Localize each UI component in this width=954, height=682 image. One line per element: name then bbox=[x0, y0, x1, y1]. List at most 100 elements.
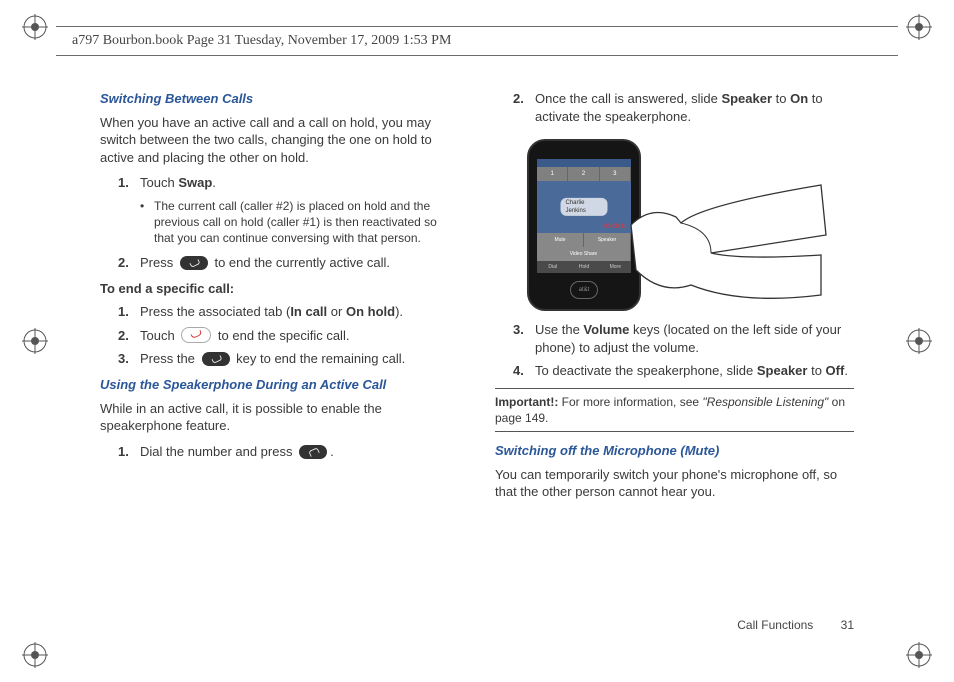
left-column: Switching Between Calls When you have an… bbox=[100, 90, 459, 612]
screen-tab: 2 bbox=[568, 167, 599, 181]
ui-term: Volume bbox=[583, 322, 629, 337]
text: to bbox=[807, 363, 825, 378]
list-text: Press the associated tab (In call or On … bbox=[140, 303, 459, 321]
end-key-icon bbox=[180, 256, 208, 270]
list-text: Press the key to end the remaining call. bbox=[140, 350, 459, 368]
screen-tabs: 1 2 3 bbox=[537, 167, 631, 181]
section-intro: While in an active call, it is possible … bbox=[100, 400, 459, 435]
screen-main: Charlie Jenkins 00:00:11 bbox=[537, 181, 631, 233]
section-intro: You can temporarily switch your phone's … bbox=[495, 466, 854, 501]
section-title: Switching Between Calls bbox=[100, 90, 459, 108]
list-number: 1. bbox=[118, 303, 140, 321]
list-number: 2. bbox=[118, 327, 140, 345]
important-note: Important!: For more information, see "R… bbox=[495, 388, 854, 432]
section-title: Switching off the Microphone (Mute) bbox=[495, 442, 854, 460]
list-text: Dial the number and press . bbox=[140, 443, 459, 461]
list-number: 4. bbox=[513, 362, 535, 380]
screen-row: Video Share bbox=[537, 247, 631, 261]
list-item: 3. Press the key to end the remaining ca… bbox=[100, 350, 459, 368]
sub-heading: To end a specific call: bbox=[100, 280, 459, 298]
text: . bbox=[330, 444, 334, 459]
hand-pointing-icon bbox=[621, 175, 831, 315]
page-meta-header: a797 Bourbon.book Page 31 Tuesday, Novem… bbox=[56, 26, 898, 56]
end-key-icon bbox=[202, 352, 230, 366]
bullet-text: The current call (caller #2) is placed o… bbox=[154, 198, 459, 247]
video-share-cell: Video Share bbox=[537, 247, 631, 261]
text: to bbox=[772, 91, 790, 106]
list-number: 3. bbox=[513, 321, 535, 356]
ordered-list: 1. Press the associated tab (In call or … bbox=[100, 303, 459, 368]
list-item: 1. Touch Swap. bbox=[100, 174, 459, 192]
caller-name: Charlie Jenkins bbox=[561, 198, 608, 216]
list-number: 2. bbox=[118, 254, 140, 272]
list-text: Once the call is answered, slide Speaker… bbox=[535, 90, 854, 125]
text: to end the currently active call. bbox=[211, 255, 390, 270]
reference-title: "Responsible Listening" bbox=[702, 395, 828, 409]
text: . bbox=[212, 175, 216, 190]
list-number: 1. bbox=[118, 174, 140, 192]
text: Once the call is answered, slide bbox=[535, 91, 721, 106]
text: Use the bbox=[535, 322, 583, 337]
page-footer: Call Functions 31 bbox=[737, 618, 854, 632]
ui-term: Swap bbox=[178, 175, 212, 190]
carrier-logo: at&t bbox=[570, 281, 598, 299]
ui-term: Speaker bbox=[721, 91, 772, 106]
ui-term: Speaker bbox=[757, 363, 808, 378]
ordered-list: 2. Once the call is answered, slide Spea… bbox=[495, 90, 854, 125]
section-title: Using the Speakerphone During an Active … bbox=[100, 376, 459, 394]
text: Touch bbox=[140, 175, 178, 190]
end-call-red-icon bbox=[181, 327, 211, 343]
text: To deactivate the speakerphone, slide bbox=[535, 363, 757, 378]
register-mark-icon bbox=[22, 328, 48, 354]
screen-softkeys: Dial Hold More bbox=[537, 261, 631, 273]
ui-term: On bbox=[790, 91, 808, 106]
register-mark-icon bbox=[22, 14, 48, 40]
page-number: 31 bbox=[841, 618, 854, 632]
text: . bbox=[844, 363, 848, 378]
softkey: Dial bbox=[537, 261, 568, 273]
list-text: Press to end the currently active call. bbox=[140, 254, 459, 272]
list-item: 1. Dial the number and press . bbox=[100, 443, 459, 461]
list-number: 1. bbox=[118, 443, 140, 461]
note-label: Important!: bbox=[495, 395, 558, 409]
register-mark-icon bbox=[906, 642, 932, 668]
ui-term: Off bbox=[826, 363, 845, 378]
list-text: Use the Volume keys (located on the left… bbox=[535, 321, 854, 356]
text: Press the bbox=[140, 351, 199, 366]
ordered-list: 3. Use the Volume keys (located on the l… bbox=[495, 321, 854, 380]
status-bar bbox=[537, 159, 631, 167]
bullet-mark: • bbox=[140, 198, 154, 247]
text: Dial the number and press bbox=[140, 444, 296, 459]
phone-illustration: 1 2 3 Charlie Jenkins 00:00:11 Mute Spea… bbox=[513, 133, 833, 313]
sub-bullet: • The current call (caller #2) is placed… bbox=[100, 198, 459, 247]
list-item: 2. Press to end the currently active cal… bbox=[100, 254, 459, 272]
section-intro: When you have an active call and a call … bbox=[100, 114, 459, 167]
text: ). bbox=[395, 304, 403, 319]
register-mark-icon bbox=[22, 642, 48, 668]
list-item: 3. Use the Volume keys (located on the l… bbox=[495, 321, 854, 356]
register-mark-icon bbox=[906, 14, 932, 40]
text: to end the specific call. bbox=[214, 328, 349, 343]
softkey: Hold bbox=[568, 261, 599, 273]
text: key to end the remaining call. bbox=[233, 351, 406, 366]
text: or bbox=[327, 304, 346, 319]
ordered-list: 1. Dial the number and press . bbox=[100, 443, 459, 461]
list-text: Touch Swap. bbox=[140, 174, 459, 192]
call-key-icon bbox=[299, 445, 327, 459]
ordered-list: 1. Touch Swap. • The current call (calle… bbox=[100, 174, 459, 272]
page-content: Switching Between Calls When you have an… bbox=[100, 90, 854, 612]
list-number: 3. bbox=[118, 350, 140, 368]
screen-row: Mute Speaker bbox=[537, 233, 631, 247]
list-item: 2. Touch to end the specific call. bbox=[100, 327, 459, 345]
text: Press the associated tab ( bbox=[140, 304, 290, 319]
register-mark-icon bbox=[906, 328, 932, 354]
list-item: 2. Once the call is answered, slide Spea… bbox=[495, 90, 854, 125]
list-item: 1. Press the associated tab (In call or … bbox=[100, 303, 459, 321]
mute-cell: Mute bbox=[537, 233, 584, 247]
text: For more information, see bbox=[558, 395, 702, 409]
screen-tab: 1 bbox=[537, 167, 568, 181]
text: Press bbox=[140, 255, 177, 270]
list-text: To deactivate the speakerphone, slide Sp… bbox=[535, 362, 854, 380]
right-column: 2. Once the call is answered, slide Spea… bbox=[495, 90, 854, 612]
phone-screen: 1 2 3 Charlie Jenkins 00:00:11 Mute Spea… bbox=[537, 159, 631, 269]
